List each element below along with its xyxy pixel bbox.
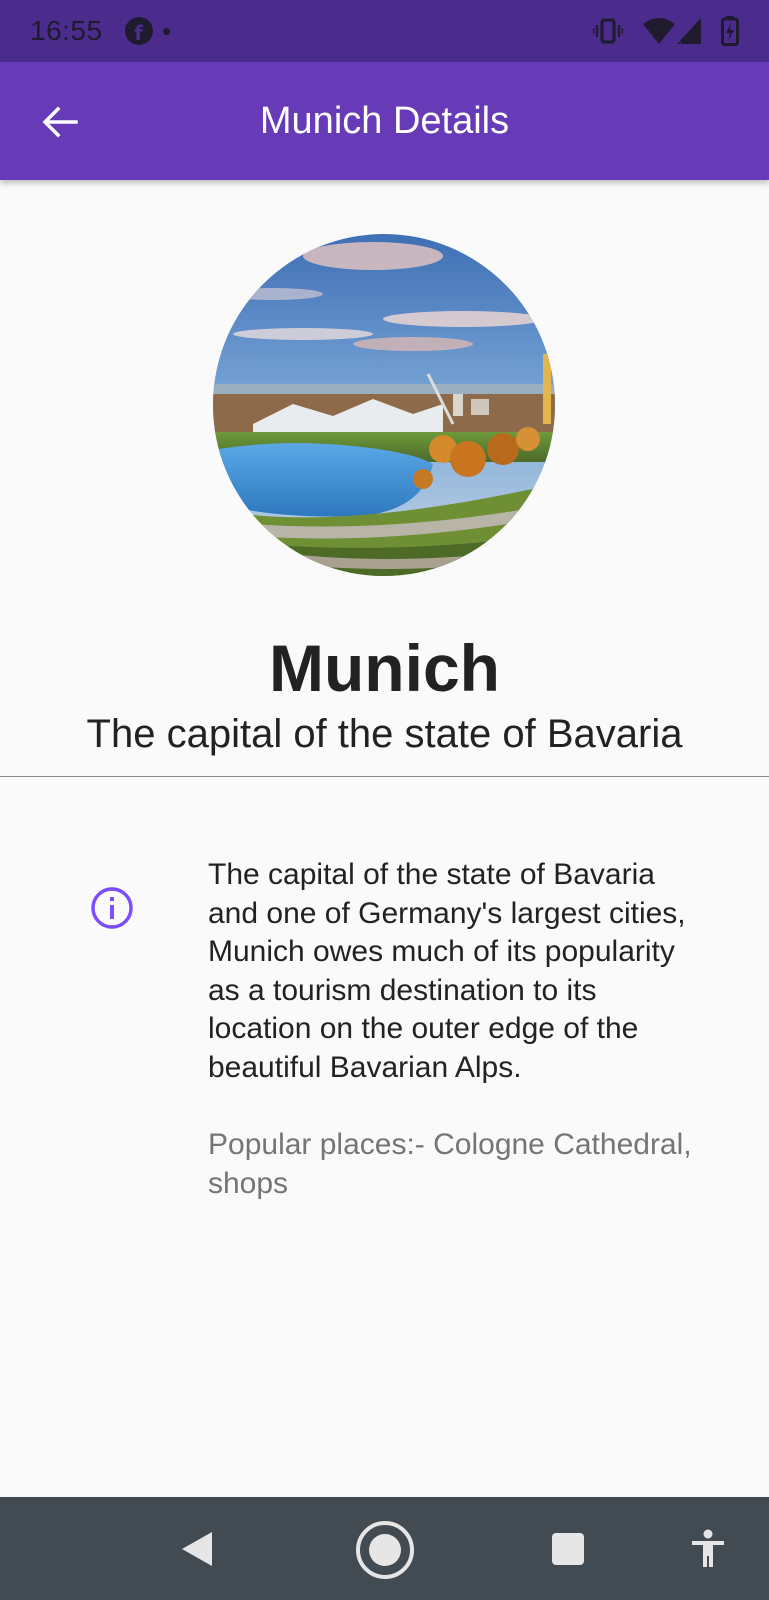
vibrate-icon [593,18,623,44]
city-subtitle: The capital of the state of Bavaria [86,712,683,756]
app-bar-title: Munich Details [259,100,510,142]
recents-square-icon [552,1533,584,1565]
screen: 16:55 f R Munich Details Munich The capi… [0,0,769,1600]
system-nav-bar [0,1497,769,1600]
city-name: Munich [269,631,500,705]
popular-places: Popular places:- Cologne Cathedral, shop… [208,1128,692,1200]
divider [0,776,769,777]
city-image [213,234,555,576]
status-time: 16:55 [30,15,103,46]
nav-back-button[interactable] [170,1525,224,1573]
wifi-signal-icon: R [643,18,701,46]
app-bar: Munich Details [0,62,769,180]
back-triangle-icon [182,1532,212,1566]
info-icon [91,887,133,929]
home-circle-icon [356,1521,414,1579]
status-icons: R [593,16,739,46]
notification-dot-icon [162,27,170,35]
facebook-icon: f [124,17,153,45]
accessibility-button[interactable] [688,1527,728,1571]
nav-home-button[interactable] [354,1519,416,1581]
accessibility-icon [692,1529,724,1567]
battery-icon [721,16,739,46]
nav-recents-button[interactable] [546,1527,590,1571]
city-description: The capital of the state of Bavaria and … [208,858,686,1084]
status-bar: 16:55 f R [0,0,769,62]
svg-text:R: R [675,36,682,46]
city-photo [213,234,555,576]
